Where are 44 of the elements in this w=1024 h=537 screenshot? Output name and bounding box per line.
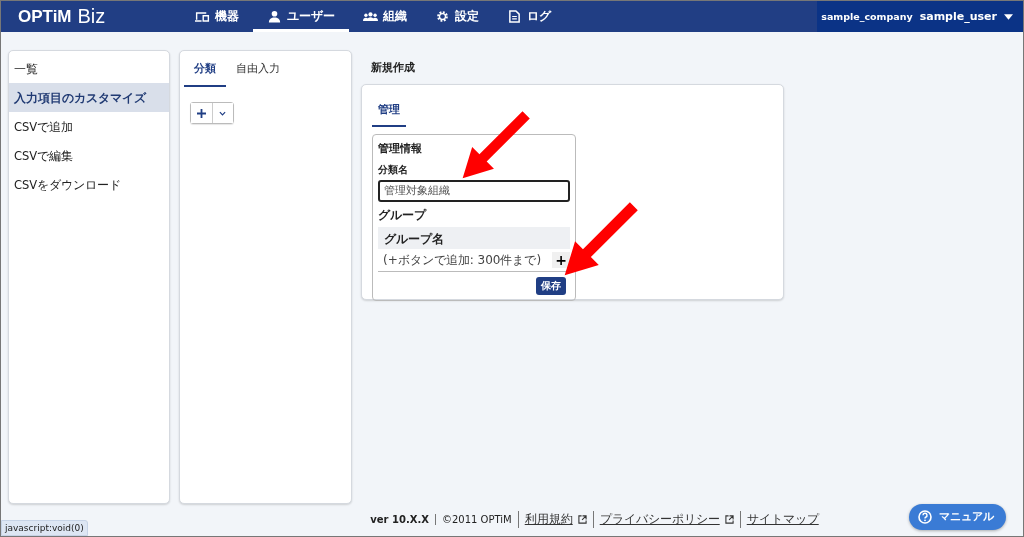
nav-tab[interactable]: ユーザー — [253, 1, 349, 32]
panel-tab[interactable]: 自由入力 — [226, 55, 290, 87]
manual-button[interactable]: マニュアル — [909, 504, 1006, 530]
sidebar-item[interactable]: CSVをダウンロード — [9, 170, 169, 199]
footer-link[interactable]: プライバシーポリシー — [599, 510, 720, 528]
form-tab[interactable]: 管理 — [372, 95, 406, 127]
copyright-text: ©2011 OPTiM — [434, 513, 518, 525]
panel-tab[interactable]: 分類 — [184, 55, 226, 87]
nav-tab[interactable]: 設定 — [421, 1, 493, 32]
monitor-icon — [195, 10, 210, 23]
nav-tab[interactable]: 機器 — [181, 1, 253, 32]
settings-icon — [435, 10, 450, 23]
version-text: ver 10.X.X — [369, 513, 430, 525]
form-title: 新規作成 — [370, 60, 416, 76]
sidebar-item[interactable]: CSVで追加 — [9, 112, 169, 141]
document-icon — [507, 10, 522, 23]
input-field[interactable]: 管理対象組織 — [378, 180, 570, 202]
person-icon — [267, 10, 282, 23]
group-label: グループ — [378, 207, 428, 224]
table-header: グループ名 — [378, 227, 570, 249]
section-title: 管理情報 — [378, 141, 423, 156]
user-menu[interactable]: sample_user — [919, 10, 997, 23]
empty-hint: (+ボタンで追加: 300件まで) — [383, 251, 542, 269]
caret-icon — [1004, 13, 1013, 20]
footer-link[interactable]: 利用規約 — [524, 510, 573, 528]
sidebar-item[interactable]: 入力項目のカスタマイズ — [9, 83, 169, 112]
sidebar-item[interactable]: CSVで編集 — [9, 141, 169, 170]
plus-icon — [196, 108, 206, 118]
nav-tab[interactable]: 組織 — [349, 1, 421, 32]
annotation-arrow — [462, 111, 530, 179]
add-button[interactable] — [191, 103, 212, 123]
status-url: javascript:void(0) — [1, 520, 88, 536]
footer-link[interactable]: サイトマップ — [746, 510, 819, 528]
brand-logo: OPTiM — [18, 6, 72, 27]
sidebar-item[interactable]: 一覧 — [9, 54, 169, 83]
help-icon — [918, 510, 932, 524]
field-label: 分類名 — [378, 163, 409, 177]
group-icon — [363, 10, 378, 23]
chevron-down-icon — [219, 110, 227, 116]
company-name: sample_company — [821, 11, 913, 22]
nav-tab[interactable]: ログ — [493, 1, 565, 32]
save-button[interactable]: 保存 — [536, 277, 566, 295]
add-row-button[interactable]: + — [552, 252, 570, 268]
product-name: Biz — [77, 5, 106, 28]
